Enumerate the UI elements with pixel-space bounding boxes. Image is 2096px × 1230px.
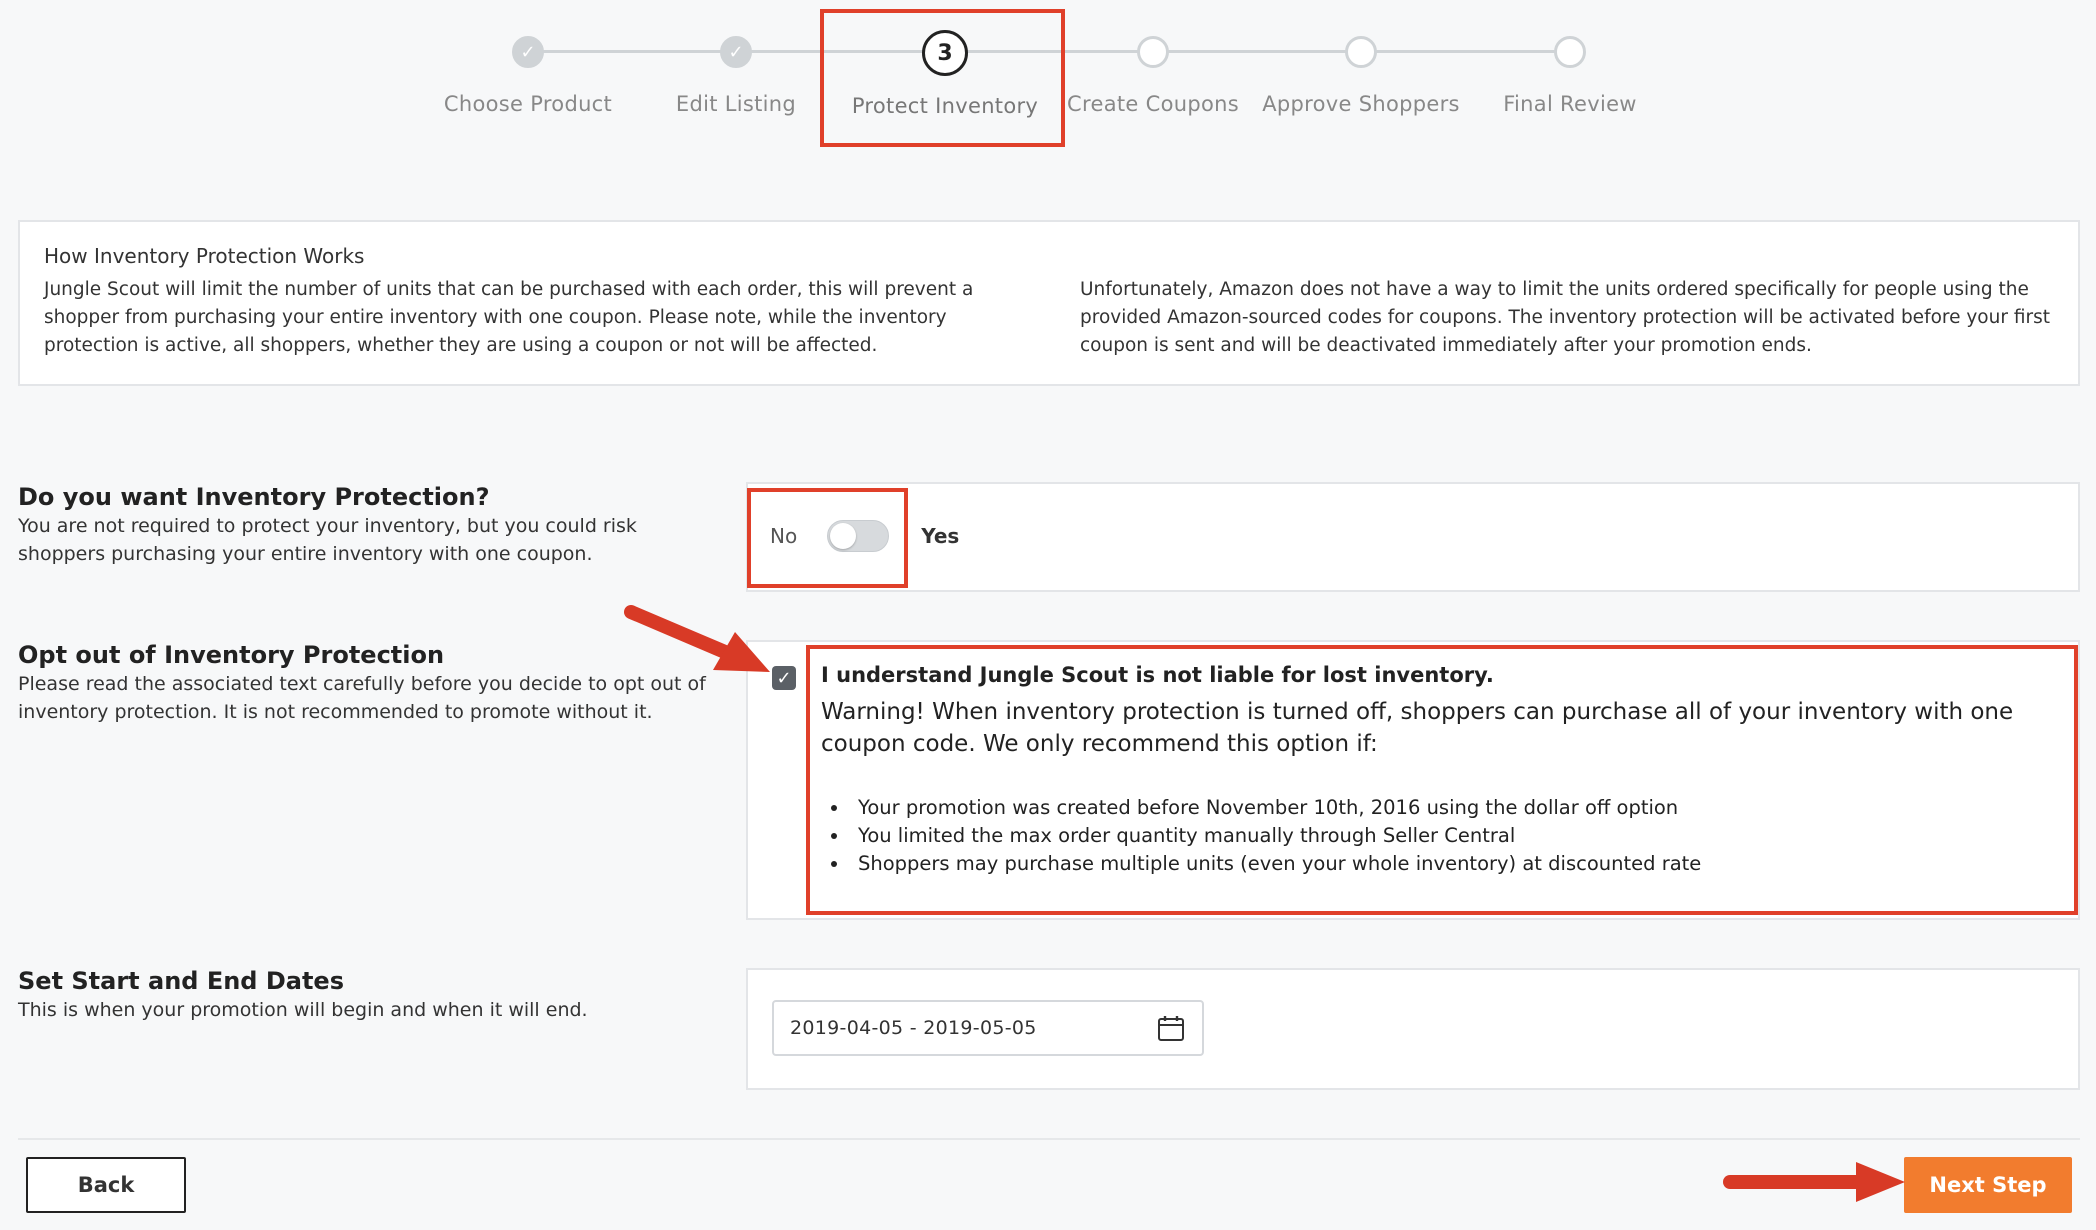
- info-title: How Inventory Protection Works: [44, 244, 365, 268]
- optout-description: Please read the associated text carefull…: [18, 673, 706, 723]
- step-circle: [1137, 36, 1169, 68]
- optout-title: Opt out of Inventory Protection: [18, 641, 445, 669]
- step-edit-listing[interactable]: ✓ Edit Listing: [636, 0, 836, 150]
- next-step-button[interactable]: Next Step: [1904, 1157, 2072, 1213]
- no-label: No: [770, 524, 798, 548]
- step-final-review[interactable]: Final Review: [1470, 0, 1670, 150]
- footer-divider: [18, 1138, 2080, 1140]
- progress-stepper: ✓ Choose Product ✓ Edit Listing 3 Protec…: [0, 0, 2096, 150]
- calendar-icon[interactable]: [1156, 1013, 1186, 1043]
- protection-description: You are not required to protect your inv…: [18, 515, 637, 565]
- protection-toggle[interactable]: [827, 520, 890, 552]
- check-icon: ✓: [512, 36, 544, 68]
- yes-label: Yes: [921, 524, 960, 548]
- date-range-value: 2019-04-05 - 2019-05-05: [790, 1017, 1037, 1039]
- dates-title: Set Start and End Dates: [18, 967, 344, 995]
- list-item: Your promotion was created before Novemb…: [850, 794, 1701, 822]
- step-label: Protect Inventory: [851, 94, 1039, 118]
- agree-text: I understand Jungle Scout is not liable …: [821, 663, 1494, 687]
- date-range-input[interactable]: 2019-04-05 - 2019-05-05: [772, 1000, 1204, 1056]
- back-button[interactable]: Back: [26, 1157, 186, 1213]
- annotation-arrow-icon: [1723, 1162, 1905, 1202]
- step-circle: [1345, 36, 1377, 68]
- protection-toggle-row: No Yes: [770, 520, 959, 552]
- optout-checkbox[interactable]: ✓: [772, 666, 796, 690]
- info-text-left: Jungle Scout will limit the number of un…: [44, 279, 974, 356]
- toggle-knob: [830, 523, 857, 549]
- dates-description: This is when your promotion will begin a…: [18, 999, 588, 1021]
- step-choose-product[interactable]: ✓ Choose Product: [428, 0, 628, 150]
- check-icon: ✓: [776, 667, 792, 689]
- step-circle: [1554, 36, 1586, 68]
- step-number: 3: [922, 30, 968, 76]
- info-text-right: Unfortunately, Amazon does not have a wa…: [1080, 279, 2050, 356]
- info-panel: How Inventory Protection Works Jungle Sc…: [18, 220, 2080, 386]
- annotation-arrow-icon: [624, 605, 770, 672]
- step-create-coupons[interactable]: Create Coupons: [1053, 0, 1253, 150]
- warning-text: Warning! When inventory protection is tu…: [821, 699, 2014, 757]
- step-label: Edit Listing: [675, 92, 797, 116]
- list-item: You limited the max order quantity manua…: [850, 822, 1701, 850]
- step-approve-shoppers[interactable]: Approve Shoppers: [1261, 0, 1461, 150]
- protection-title: Do you want Inventory Protection?: [18, 483, 490, 511]
- list-item: Shoppers may purchase multiple units (ev…: [850, 850, 1701, 878]
- step-label: Create Coupons: [1067, 92, 1239, 116]
- step-label: Final Review: [1503, 92, 1637, 116]
- conditions-list: Your promotion was created before Novemb…: [850, 794, 1701, 878]
- step-label: Approve Shoppers: [1262, 92, 1460, 116]
- step-label: Choose Product: [443, 92, 613, 116]
- step-protect-inventory[interactable]: 3 Protect Inventory: [845, 0, 1045, 150]
- check-icon: ✓: [720, 36, 752, 68]
